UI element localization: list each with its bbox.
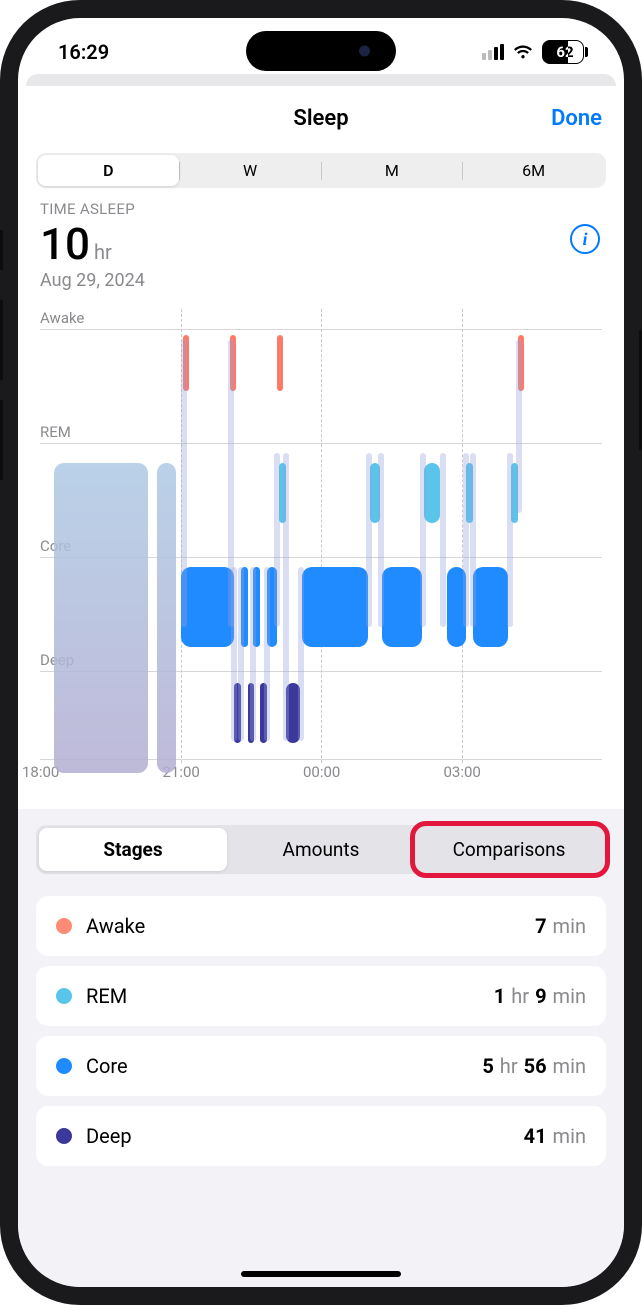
chart-bar-awake bbox=[277, 335, 283, 391]
chart-bar-core bbox=[382, 567, 422, 647]
chart-bar-core bbox=[302, 567, 368, 647]
summary-block: TIME ASLEEP 10 hr Aug 29, 2024 i bbox=[18, 200, 624, 291]
view-tab-comparisons[interactable]: Comparisons bbox=[415, 828, 603, 871]
wifi-icon bbox=[512, 44, 534, 60]
stage-value: 5 hr56 min bbox=[482, 1054, 586, 1078]
lower-panel: StagesAmountsComparisons Awake 7 min REM 1 … bbox=[18, 809, 624, 1287]
stage-row-rem[interactable]: REM 1 hr9 min bbox=[36, 966, 606, 1026]
chart-bar-core bbox=[181, 567, 235, 647]
view-tab-stages[interactable]: Stages bbox=[39, 828, 227, 871]
view-tab-amounts[interactable]: Amounts bbox=[227, 828, 415, 871]
stage-value: 41 min bbox=[524, 1124, 586, 1148]
chart-bar-core bbox=[473, 567, 508, 647]
x-tick-label: 03:00 bbox=[444, 763, 481, 781]
home-indicator[interactable] bbox=[241, 1271, 401, 1277]
period-tab-6m[interactable]: 6M bbox=[463, 155, 604, 186]
stage-list: Awake 7 min REM 1 hr9 min Core 5 hr56 min Deep… bbox=[36, 896, 606, 1166]
dot-icon bbox=[56, 1058, 72, 1074]
chart-bar-rem bbox=[424, 463, 440, 523]
x-tick-label: 00:00 bbox=[303, 763, 340, 781]
period-segmented-control[interactable]: DWM6M bbox=[36, 153, 606, 188]
status-bar: 16:29 62 bbox=[18, 18, 624, 74]
summary-value: 10 bbox=[40, 218, 90, 270]
sleep-stages-chart[interactable]: Awake REM Core Deep 18:0021:0000:0003:00 bbox=[40, 305, 602, 759]
chart-bar-inbed bbox=[54, 463, 148, 773]
dynamic-island bbox=[246, 31, 396, 71]
chart-bar-inbed bbox=[157, 463, 176, 773]
summary-label: TIME ASLEEP bbox=[40, 200, 602, 218]
stage-row-core[interactable]: Core 5 hr56 min bbox=[36, 1036, 606, 1096]
stage-value: 7 min bbox=[535, 914, 586, 938]
battery-icon: 62 bbox=[542, 40, 588, 64]
info-icon[interactable]: i bbox=[570, 224, 600, 254]
dot-icon bbox=[56, 1128, 72, 1144]
summary-unit: hr bbox=[94, 240, 112, 264]
done-button[interactable]: Done bbox=[551, 106, 602, 131]
view-segmented-control[interactable]: StagesAmountsComparisons bbox=[36, 825, 606, 874]
dot-icon bbox=[56, 988, 72, 1004]
chart-label-awake: Awake bbox=[40, 309, 84, 327]
stage-name: Deep bbox=[86, 1124, 132, 1148]
stage-value: 1 hr9 min bbox=[494, 984, 586, 1008]
screen: 16:29 62 Sleep Done DWM6M bbox=[18, 18, 624, 1287]
stage-row-deep[interactable]: Deep 41 min bbox=[36, 1106, 606, 1166]
modal-header: Sleep Done bbox=[18, 86, 624, 153]
stage-name: Awake bbox=[86, 914, 145, 938]
phone-frame: 16:29 62 Sleep Done DWM6M bbox=[0, 0, 642, 1305]
cellular-icon bbox=[482, 44, 504, 60]
page-title: Sleep bbox=[293, 106, 348, 131]
summary-date: Aug 29, 2024 bbox=[40, 270, 602, 291]
status-time: 16:29 bbox=[58, 40, 109, 64]
period-tab-d[interactable]: D bbox=[38, 155, 179, 186]
stage-name: REM bbox=[86, 984, 127, 1008]
period-tab-m[interactable]: M bbox=[322, 155, 463, 186]
stage-row-awake[interactable]: Awake 7 min bbox=[36, 896, 606, 956]
chart-label-rem: REM bbox=[40, 423, 71, 441]
period-tab-w[interactable]: W bbox=[180, 155, 321, 186]
sheet-background-peek bbox=[26, 74, 616, 86]
stage-name: Core bbox=[86, 1054, 128, 1078]
dot-icon bbox=[56, 918, 72, 934]
